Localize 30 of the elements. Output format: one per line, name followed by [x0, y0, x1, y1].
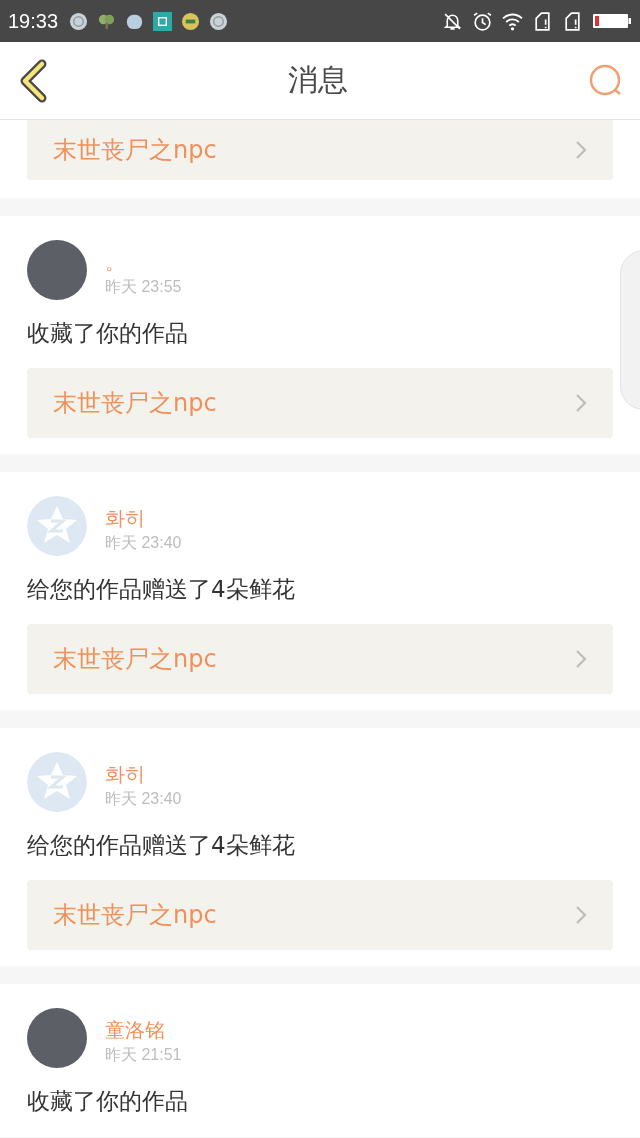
work-link[interactable]: 末世丧尸之npc: [27, 120, 613, 180]
work-link[interactable]: 末世丧尸之npc: [27, 880, 613, 950]
message-time: 昨天 23:40: [105, 533, 182, 553]
user-name[interactable]: 화히: [105, 762, 182, 786]
chevron-icon: [575, 393, 587, 413]
user-name[interactable]: 童洛铭: [105, 1018, 182, 1042]
scan-icon: [153, 11, 173, 31]
sim-icon: [562, 10, 583, 32]
work-link[interactable]: 末世丧尸之npc: [27, 624, 613, 694]
message-time: 昨天 21:51: [105, 1045, 182, 1065]
chevron-icon: [575, 140, 587, 160]
work-link[interactable]: 末世丧尸之npc: [27, 368, 613, 438]
alarm-icon: [472, 10, 493, 32]
notification-icon: [69, 11, 89, 31]
battery-icon: [592, 11, 632, 31]
message-text: 收藏了你的作品: [27, 1087, 189, 1116]
back-icon[interactable]: [18, 58, 48, 103]
message-time: 昨天 23:40: [105, 789, 182, 809]
status-time: 19:33: [8, 9, 59, 33]
chevron-icon: [575, 649, 587, 669]
page-title: 消息: [288, 61, 348, 99]
user-name[interactable]: 화히: [105, 506, 182, 530]
message-text: 给您的作品赠送了4朵鲜花: [27, 575, 296, 604]
sim-icon: [532, 10, 553, 32]
message-time: 昨天 23:55: [105, 277, 182, 297]
user-name[interactable]: 。: [105, 250, 182, 274]
message-text: 收藏了你的作品: [27, 319, 189, 348]
chevron-icon: [575, 905, 587, 925]
message-text: 给您的作品赠送了4朵鲜花: [27, 831, 296, 860]
notification-icon: [209, 11, 229, 31]
